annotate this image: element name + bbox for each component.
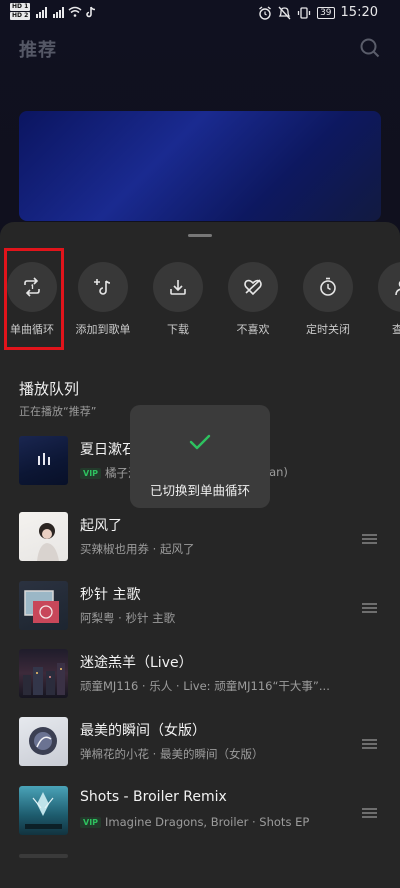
song-title: 秒针 主歌 bbox=[80, 587, 141, 603]
album-cover bbox=[19, 786, 68, 835]
queue-subtitle: 正在播放“推荐” bbox=[19, 405, 97, 418]
drag-handle-icon[interactable] bbox=[362, 739, 377, 749]
song-meta: 阿梨粤 · 秒针 主歌 bbox=[80, 611, 176, 625]
highlight-box bbox=[4, 248, 64, 350]
download-button[interactable]: 下载 bbox=[143, 262, 213, 337]
album-cover bbox=[19, 436, 68, 485]
tiktok-icon bbox=[86, 6, 96, 17]
hd-indicator: HD 1 HD 2 bbox=[10, 3, 31, 20]
wifi-icon bbox=[68, 6, 82, 17]
clock: 15:20 bbox=[340, 5, 378, 20]
signal-icon-2 bbox=[53, 6, 65, 18]
sleep-timer-button[interactable]: 定时关闭 bbox=[293, 262, 363, 337]
song-artist: Imagine Dragons, Broiler · Shots EP bbox=[105, 815, 310, 829]
queue-title: 播放队列 bbox=[19, 380, 80, 398]
alarm-icon bbox=[259, 5, 272, 20]
search-icon[interactable] bbox=[360, 38, 380, 58]
check-icon bbox=[189, 434, 211, 450]
queue-song-row[interactable]: Shots - Broiler Remix VIP Imagine Dragon… bbox=[0, 786, 400, 846]
hd1-badge: HD 1 bbox=[10, 3, 31, 11]
album-cover bbox=[19, 512, 68, 561]
toast: 已切换到单曲循环 bbox=[130, 405, 270, 508]
album-cover bbox=[19, 581, 68, 630]
queue-song-row[interactable]: 迷途羔羊（Live） 顽童MJ116 · 乐人 · Live: 顽童MJ116“… bbox=[0, 649, 400, 709]
vibrate-icon bbox=[297, 6, 311, 19]
next-row-peek bbox=[19, 854, 68, 858]
add-to-playlist-label: 添加到歌单 bbox=[75, 323, 131, 336]
page-title: 推荐 bbox=[19, 40, 57, 61]
drag-handle-icon[interactable] bbox=[362, 603, 377, 613]
queue-song-row[interactable]: 最美的瞬间（女版） 弹棉花的小花 · 最美的瞬间（女版） bbox=[0, 717, 400, 777]
banner-image[interactable] bbox=[19, 111, 381, 221]
sheet-drag-handle[interactable] bbox=[188, 234, 212, 237]
dislike-button[interactable]: 不喜欢 bbox=[218, 262, 288, 337]
song-title: 最美的瞬间（女版） bbox=[80, 723, 206, 739]
signal-icon bbox=[36, 6, 48, 18]
album-cover bbox=[19, 717, 68, 766]
song-title: Shots - Broiler Remix bbox=[80, 789, 227, 805]
dislike-label: 不喜欢 bbox=[236, 323, 270, 336]
song-meta: VIP Imagine Dragons, Broiler · Shots EP bbox=[80, 815, 309, 829]
view-icon bbox=[395, 280, 400, 296]
dislike-icon bbox=[244, 279, 262, 296]
song-title: 夏日漱石 bbox=[80, 442, 136, 458]
toast-message: 已切换到单曲循环 bbox=[149, 483, 250, 498]
screen: HD 1 HD 2 39 15:20 推荐 单曲循环 添加到歌单 下载 不喜欢 … bbox=[0, 0, 400, 888]
playing-indicator-icon bbox=[38, 453, 50, 465]
add-to-playlist-button[interactable]: 添加到歌单 bbox=[68, 262, 138, 337]
download-icon bbox=[170, 280, 186, 295]
queue-song-row[interactable]: 秒针 主歌 阿梨粤 · 秒针 主歌 bbox=[0, 581, 400, 641]
queue-song-row[interactable]: 起风了 买辣椒也用券 · 起风了 bbox=[0, 512, 400, 572]
song-title: 迷途羔羊（Live） bbox=[80, 655, 193, 671]
vip-badge: VIP bbox=[80, 816, 102, 828]
song-meta: 买辣椒也用券 · 起风了 bbox=[80, 542, 195, 556]
mute-bell-icon bbox=[278, 6, 291, 19]
song-meta: 弹棉花的小花 · 最美的瞬间（女版） bbox=[80, 747, 264, 761]
hd2-badge: HD 2 bbox=[10, 12, 31, 20]
song-meta: 顽童MJ116 · 乐人 · Live: 顽童MJ116“干大事”... bbox=[80, 679, 330, 693]
battery-indicator: 39 bbox=[317, 6, 335, 19]
add-to-playlist-icon bbox=[94, 279, 111, 295]
timer-icon bbox=[320, 277, 336, 296]
status-bar: HD 1 HD 2 39 15:20 bbox=[0, 0, 400, 30]
vip-badge: VIP bbox=[80, 467, 102, 479]
sleep-timer-label: 定时关闭 bbox=[306, 323, 350, 336]
view-button[interactable]: 查看 bbox=[368, 262, 400, 337]
download-label: 下载 bbox=[167, 323, 189, 336]
song-title: 起风了 bbox=[80, 518, 122, 534]
drag-handle-icon[interactable] bbox=[362, 534, 377, 544]
album-cover bbox=[19, 649, 68, 698]
view-label: 查看 bbox=[392, 323, 400, 336]
drag-handle-icon[interactable] bbox=[362, 808, 377, 818]
